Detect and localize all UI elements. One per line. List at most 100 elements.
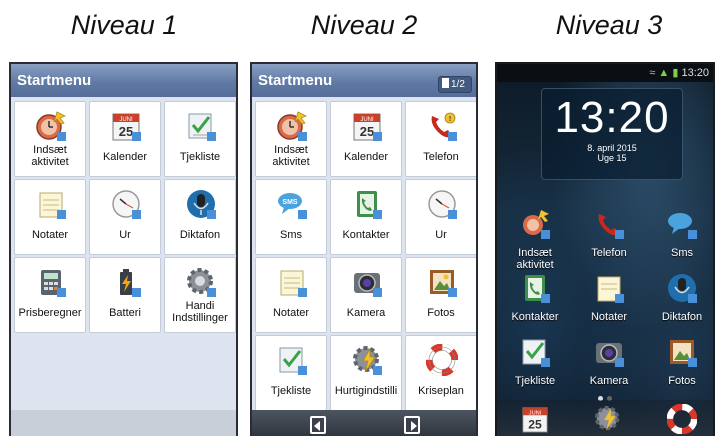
tile-label: Prisberegner [18,307,82,319]
home-icon-label: Tjekliste [514,375,556,387]
next-page-button[interactable] [404,416,420,434]
home-icon-add-activity[interactable]: Indsæt aktivitet [500,208,570,271]
microphone-icon [668,274,697,303]
add-activity-icon [36,111,66,141]
tile-battery[interactable]: Batteri [89,257,161,333]
tile-label: Indsæt aktivitet [31,144,69,168]
tile-dictaphone[interactable]: Diktafon [164,179,236,255]
phone-level-2: Startmenu 1/2 Indsæt aktivitet JUNI 25 K… [250,62,478,436]
tile-add-activity[interactable]: Indsæt aktivitet [14,101,86,177]
startmenu-title: Startmenu [258,72,333,89]
tile-label: Fotos [427,307,455,319]
arrow-right-icon [411,421,417,431]
home-icon-label: Diktafon [661,311,703,323]
add-activity-icon [277,111,307,141]
tile-label: Batteri [109,307,141,319]
photos-icon [430,270,457,297]
tile-label: Kalender [102,151,148,163]
tile-label: Tjekliste [179,151,221,163]
page-indicator-text: 1/2 [451,79,465,90]
calendar-day: 25 [528,417,542,431]
checklist-icon [522,339,550,367]
tile-label: Tjekliste [270,385,312,397]
settings-gear-icon [187,268,216,297]
tile-label: Notater [31,229,69,241]
home-icon-camera[interactable]: Kamera [574,336,644,387]
sms-bubble-text: SMS [282,199,298,206]
home-icon-sms[interactable]: Sms [647,208,713,259]
calendar-icon: JUNI 25 [112,113,141,141]
tile-quick-settings[interactable]: Hurtigindstilli [330,335,402,411]
tile-sms[interactable]: SMS Sms [255,179,327,255]
home-icon-label: Sms [671,247,693,259]
tile-label: Sms [280,229,302,241]
notes-icon [39,192,66,219]
tile-checklist[interactable]: Tjekliste [164,101,236,177]
calendar-icon: JUNI 25 [353,113,382,141]
clock-widget[interactable]: 13:20 8. april 2015 Uge 15 [541,88,683,180]
tile-label: Handi Indstillinger [172,300,228,324]
clock-time: 13:20 [554,93,670,142]
lifebuoy-icon[interactable] [667,404,697,434]
tile-clock[interactable]: Ur [405,179,476,255]
tile-crisis-plan[interactable]: Kriseplan [405,335,476,411]
tile-notes[interactable]: Notater [255,257,327,333]
clock-icon [428,190,457,219]
microphone-icon [187,190,216,219]
level-1-title: Niveau 1 [70,10,178,40]
page-navigation-bar [252,410,476,436]
tile-calendar[interactable]: JUNI 25 Kalender [330,101,402,177]
tile-label: Telefon [423,151,459,163]
tile-photos[interactable]: Fotos [405,257,476,333]
lifebuoy-icon [426,344,458,376]
dock: JUNI 25 [497,400,713,436]
home-icon-dictaphone[interactable]: Diktafon [647,272,713,323]
clock-date: 8. april 2015 [587,143,637,153]
calendar-day: 25 [119,124,133,139]
tile-add-activity[interactable]: Indsæt aktivitet [255,101,327,177]
tile-contacts[interactable]: Kontakter [330,179,402,255]
arrow-left-icon [314,421,320,431]
phone-level-1: Startmenu Indsæt aktivitet JUNI 25 Kalen… [9,62,238,436]
tile-checklist[interactable]: Tjekliste [255,335,327,411]
home-icon-label: Telefon [591,247,627,259]
tile-clock[interactable]: Ur [89,179,161,255]
tile-notes[interactable]: Notater [14,179,86,255]
calendar-icon[interactable]: JUNI 25 [520,404,550,434]
home-icon-contacts[interactable]: Kontakter [500,272,570,323]
tile-label: Diktafon [179,229,221,241]
page-indicator: 1/2 [438,76,472,93]
wifi-icon: ≈ [649,67,656,79]
phone-icon: ! [431,112,457,141]
svg-text:!: ! [449,116,451,123]
calculator-icon [41,270,66,297]
status-time: 13:20 [681,67,709,79]
clock-week: Uge 15 [597,153,627,163]
contacts-icon [525,275,550,303]
previous-page-button[interactable] [310,416,326,434]
home-icon-label: Kamera [589,375,629,387]
home-icon-checklist[interactable]: Tjekliste [500,336,570,387]
tile-handi-settings[interactable]: Handi Indstillinger [164,257,236,333]
tile-calendar[interactable]: JUNI 25 Kalender [89,101,161,177]
tile-price-calculator[interactable]: Prisberegner [14,257,86,333]
home-icon-label: Indsæt aktivitet [516,247,554,271]
bottom-bar [11,410,236,436]
battery-icon [120,269,141,297]
level-3-title: Niveau 3 [555,10,663,40]
calendar-month: JUNI [360,117,374,123]
tile-camera[interactable]: Kamera [330,257,402,333]
quick-settings-icon[interactable] [593,404,623,434]
battery-status-icon: ▮ [672,67,679,79]
checklist-icon [279,347,307,375]
home-icon-photos[interactable]: Fotos [647,336,713,387]
page-icon [442,78,449,88]
tile-phone[interactable]: ! Telefon [405,101,476,177]
home-icon-notes[interactable]: Notater [574,272,644,323]
tile-label: Ur [119,229,131,241]
home-icon-phone[interactable]: Telefon [574,208,644,259]
clock-icon [112,190,141,219]
phone-level-3: ≈ ▲ ▮ 13:20 13:20 8. april 2015 Uge 15 I… [495,62,715,436]
status-bar: ≈ ▲ ▮ 13:20 [497,64,713,82]
calendar-month: JUNI [119,117,133,123]
